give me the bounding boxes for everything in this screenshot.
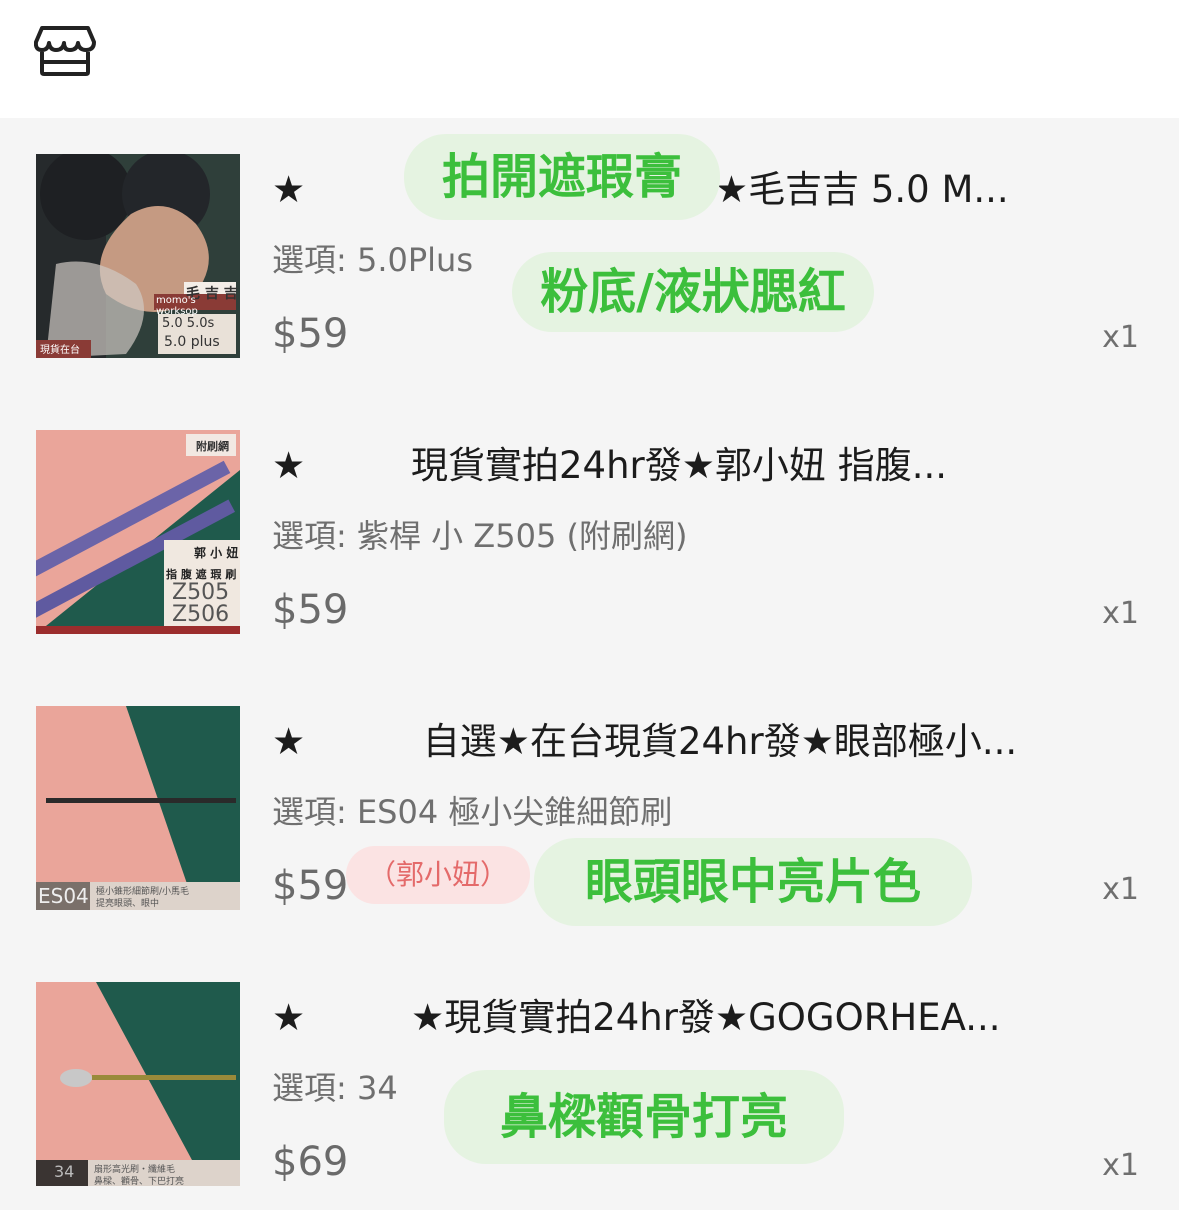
product-quantity: x1 xyxy=(1102,872,1139,907)
note-tag: 鼻樑顴骨打亮 xyxy=(444,1070,844,1164)
storefront-icon[interactable] xyxy=(34,24,96,78)
product-quantity: x1 xyxy=(1102,320,1139,355)
product-title[interactable]: ★ ★現貨實拍24hr發★GOGORHEA... xyxy=(272,992,1142,1044)
product-price: $59 xyxy=(272,311,349,357)
thumb-badge: 附刷網 xyxy=(196,440,229,453)
thumb-code: 34 xyxy=(54,1162,75,1181)
thumb-stock: 現貨在台 xyxy=(40,345,80,356)
note-tag: 拍開遮瑕膏 xyxy=(404,134,720,220)
product-thumbnail[interactable]: 附刷網 郭 小 妞 指 腹 遮 瑕 刷 Z505 Z506 xyxy=(36,430,240,634)
product-thumbnail[interactable]: ES04 極小錐形細節刷/小馬毛 提亮眼頭、眼中 xyxy=(36,706,240,910)
product-option: 選項: ES04 極小尖錐細節刷 xyxy=(272,793,673,831)
product-title[interactable]: ★ 自選★在台現貨24hr發★眼部極小... xyxy=(272,716,1142,768)
thumb-label: momo's worksop xyxy=(156,295,198,317)
note-tag: 粉底/液狀腮紅 xyxy=(512,252,874,332)
header xyxy=(0,0,1179,118)
thumb-model-2: Z506 xyxy=(172,602,230,627)
product-quantity: x1 xyxy=(1102,596,1139,631)
product-thumbnail[interactable]: 毛 吉 吉 momo's worksop 5.0 5.0s 5.0 plus 現… xyxy=(36,154,240,358)
product-price: $59 xyxy=(272,863,349,909)
order-item[interactable]: 34 扇形高光刷・纖維毛 鼻樑、顴骨、下巴打亮 ★ ★現貨實拍24hr發★GOG… xyxy=(0,946,1179,1210)
thumb-desc2: 提亮眼頭、眼中 xyxy=(96,899,160,909)
product-title[interactable]: ★ 現貨實拍24hr發★郭小妞 指腹... xyxy=(272,440,1142,492)
thumb-brand: 郭 小 妞 xyxy=(194,546,239,560)
thumb-code: ES04 xyxy=(38,884,89,908)
thumb-desc2: 鼻樑、顴骨、下巴打亮 xyxy=(94,1177,185,1186)
product-option: 選項: 紫桿 小 Z505 (附刷網) xyxy=(272,517,688,555)
thumb-models: 5.0 5.0s xyxy=(162,316,215,331)
note-tag: 眼頭眼中亮片色 xyxy=(534,838,972,926)
product-option: 選項: 34 xyxy=(272,1069,398,1107)
thumb-models2: 5.0 plus xyxy=(164,334,220,350)
redacted-shop-name xyxy=(118,44,228,64)
product-price: $69 xyxy=(272,1139,349,1185)
product-option: 選項: 5.0Plus xyxy=(272,241,473,279)
redacted-text xyxy=(840,44,890,64)
order-item[interactable]: ES04 極小錐形細節刷/小馬毛 提亮眼頭、眼中 ★ 自選★在台現貨24hr發★… xyxy=(0,670,1179,946)
product-price: $59 xyxy=(272,587,349,633)
order-item-list: 毛 吉 吉 momo's worksop 5.0 5.0s 5.0 plus 現… xyxy=(0,118,1179,1210)
order-item[interactable]: 附刷網 郭 小 妞 指 腹 遮 瑕 刷 Z505 Z506 ★ 現貨實拍24hr… xyxy=(0,134,1179,670)
product-quantity: x1 xyxy=(1102,1148,1139,1183)
product-thumbnail[interactable]: 34 扇形高光刷・纖維毛 鼻樑、顴骨、下巴打亮 xyxy=(36,982,240,1186)
note-tag-pink: （郭小妞） xyxy=(346,846,530,904)
redacted-text xyxy=(430,44,520,66)
